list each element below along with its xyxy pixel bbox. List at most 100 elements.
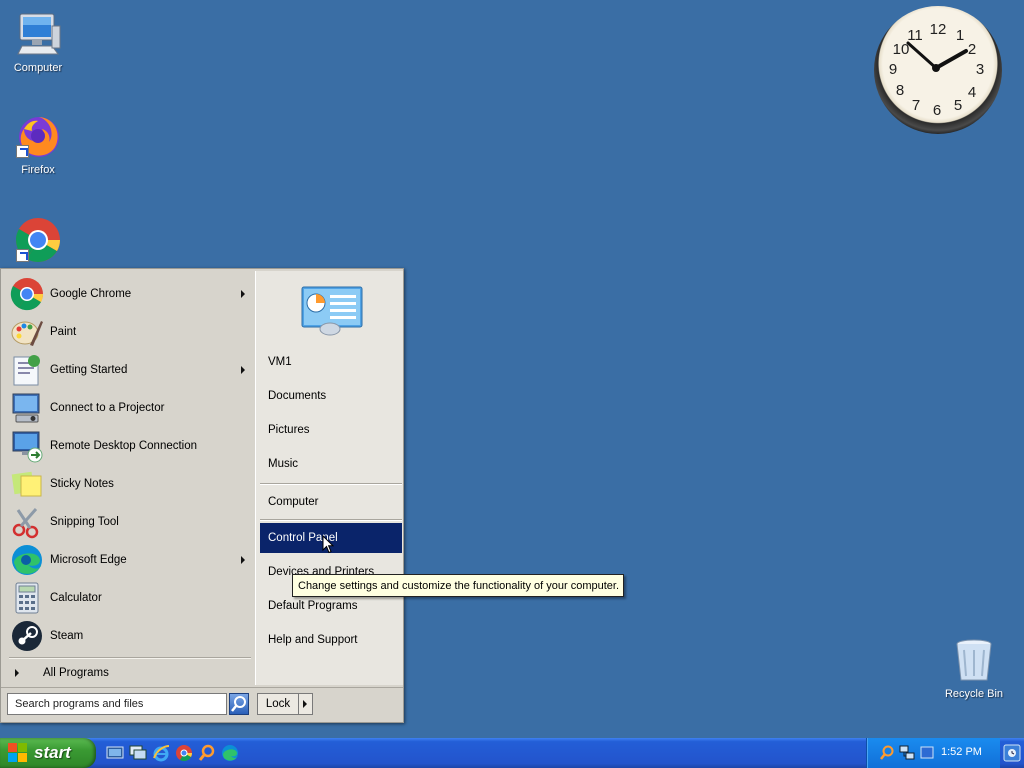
start-button[interactable]: start: [0, 738, 96, 768]
program-getting-started[interactable]: Getting Started: [3, 351, 253, 389]
program-label: Microsoft Edge: [50, 554, 127, 566]
sticky-notes-icon: [11, 471, 42, 497]
desktop-icon-label: Firefox: [21, 164, 55, 176]
clock-hour-hand: [934, 49, 968, 70]
program-label: Snipping Tool: [50, 516, 119, 528]
program-label: Google Chrome: [50, 288, 132, 300]
calculator-icon: [15, 582, 39, 614]
desktop-icon-recycle-bin[interactable]: Recycle Bin: [936, 636, 1012, 700]
divider: [260, 483, 402, 485]
chrome-icon[interactable]: [175, 744, 193, 762]
edge-icon: [12, 545, 42, 575]
program-label: Calculator: [50, 592, 102, 604]
all-programs-label: All Programs: [43, 667, 109, 679]
shortcut-arrow-icon: [16, 145, 29, 158]
projector-icon: [12, 393, 40, 423]
menu-item-label: VM1: [268, 356, 292, 368]
menu-item-label: Default Programs: [268, 600, 358, 612]
edge-icon[interactable]: [221, 744, 239, 762]
program-microsoft-edge[interactable]: Microsoft Edge: [3, 541, 253, 579]
lock-label: Lock: [265, 698, 291, 710]
chrome-icon: [14, 216, 62, 264]
menu-item-vm1[interactable]: VM1: [260, 347, 402, 377]
shortcut-arrow-icon: [16, 249, 29, 262]
program-steam[interactable]: Steam: [3, 617, 253, 655]
remote-desktop-icon: [12, 431, 43, 463]
show-desktop-icon[interactable]: [106, 744, 124, 762]
desktop-icon-chrome[interactable]: [0, 216, 76, 268]
menu-item-label: Computer: [268, 496, 319, 508]
clock-gadget[interactable]: 12 1 2 3 4 5 6 7 8 9 10 11: [874, 6, 1002, 134]
program-google-chrome[interactable]: Google Chrome: [3, 275, 253, 313]
search-icon: [231, 696, 246, 712]
windows-logo-icon: [8, 743, 28, 763]
search-tray-icon[interactable]: [879, 745, 895, 761]
clock-numeral: 12: [930, 21, 947, 38]
desktop-toggle-icon[interactable]: [1002, 742, 1022, 764]
right-panel: VM1 Documents Pictures Music Computer Co…: [255, 271, 403, 685]
menu-item-help-support[interactable]: Help and Support: [260, 625, 402, 655]
mouse-cursor-icon: [322, 535, 334, 554]
getting-started-icon: [13, 355, 40, 386]
program-label: Getting Started: [50, 364, 128, 376]
network-icon[interactable]: [899, 745, 915, 761]
clock-numeral: 11: [907, 27, 923, 44]
submenu-arrow-icon: [241, 290, 245, 298]
clock-numeral: 4: [968, 84, 976, 101]
program-label: Paint: [50, 326, 77, 338]
program-label: Connect to a Projector: [50, 402, 165, 414]
system-tray: 1:52 PM: [866, 738, 1000, 768]
divider: [260, 519, 402, 521]
submenu-arrow-icon: [241, 556, 245, 564]
all-programs-button[interactable]: All Programs: [3, 661, 253, 685]
menu-item-label: Music: [268, 458, 299, 470]
tooltip: Change settings and customize the functi…: [292, 574, 624, 597]
menu-item-music[interactable]: Music: [260, 449, 402, 479]
clock-numeral: 2: [968, 41, 976, 58]
menu-item-label: Pictures: [268, 424, 310, 436]
control-panel-icon: [301, 286, 363, 336]
search-icon[interactable]: [198, 744, 216, 762]
clock-numeral: 1: [956, 27, 964, 44]
desktop-icon-computer[interactable]: Computer: [0, 10, 76, 74]
clock-numeral: 8: [896, 82, 904, 99]
lock-button[interactable]: Lock: [257, 693, 299, 715]
switch-windows-icon[interactable]: [129, 744, 147, 762]
clock-numeral: 3: [976, 61, 984, 78]
ie-icon[interactable]: [152, 744, 170, 762]
menu-item-label: Help and Support: [268, 634, 358, 646]
arrow-right-icon: [15, 669, 19, 677]
display-icon[interactable]: [919, 745, 935, 761]
program-label: Sticky Notes: [50, 478, 114, 490]
menu-item-documents[interactable]: Documents: [260, 381, 402, 411]
program-calculator[interactable]: Calculator: [3, 579, 253, 617]
clock-numeral: 7: [912, 97, 920, 114]
steam-icon: [12, 621, 42, 651]
power-options-arrow[interactable]: [299, 693, 313, 715]
clock-time[interactable]: 1:52 PM: [941, 746, 982, 758]
program-label: Steam: [50, 630, 84, 642]
menu-item-label: Documents: [268, 390, 327, 402]
desktop-icon-firefox[interactable]: Firefox: [0, 112, 76, 176]
search-button[interactable]: [229, 693, 249, 715]
start-menu: Google Chrome Paint Getting Started Conn…: [0, 268, 404, 723]
divider: [9, 657, 251, 659]
menu-item-pictures[interactable]: Pictures: [260, 415, 402, 445]
menu-item-computer[interactable]: Computer: [260, 487, 402, 517]
snipping-tool-icon: [12, 508, 39, 539]
program-sticky-notes[interactable]: Sticky Notes: [3, 465, 253, 503]
program-snipping-tool[interactable]: Snipping Tool: [3, 503, 253, 541]
pinned-programs-list: Google Chrome Paint Getting Started Conn…: [3, 271, 253, 685]
clock-minute-hand: [906, 41, 938, 70]
submenu-arrow-icon: [241, 366, 245, 374]
program-remote-desktop[interactable]: Remote Desktop Connection: [3, 427, 253, 465]
start-menu-footer: Search programs and files Lock: [1, 687, 403, 722]
search-input[interactable]: Search programs and files: [7, 693, 227, 715]
desktop-icon-label: Recycle Bin: [944, 688, 1004, 700]
program-connect-projector[interactable]: Connect to a Projector: [3, 389, 253, 427]
program-paint[interactable]: Paint: [3, 313, 253, 351]
computer-icon: [14, 10, 62, 58]
clock-numeral: 9: [889, 61, 897, 78]
tooltip-text: Change settings and customize the functi…: [298, 579, 620, 592]
start-label: start: [34, 743, 71, 762]
